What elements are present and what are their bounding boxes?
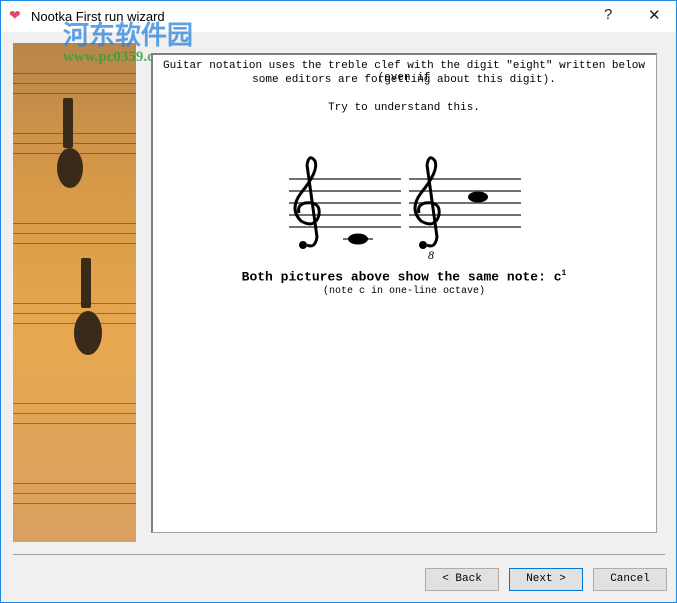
wizard-side-image: [13, 43, 136, 542]
octave-digit: 8: [428, 248, 434, 262]
separator: [13, 554, 665, 555]
subcaption: (note c in one-line octave): [322, 286, 486, 297]
watermark-logo: 河东软件园: [63, 21, 194, 51]
caption-superscript: 1: [561, 269, 567, 278]
watermark-url: www.pc0359.cn: [63, 49, 163, 65]
next-button[interactable]: Next >: [509, 568, 583, 591]
notation-pictures: 8: [289, 156, 521, 262]
nootka-app-icon: ❤: [9, 7, 21, 23]
cancel-button[interactable]: Cancel: [593, 568, 667, 591]
caption-text: Both pictures above show the same note: …: [241, 269, 562, 285]
wizard-page: Guitar notation uses the treble clef wit…: [151, 53, 657, 533]
intro-text-2: some editors are forgetting about this d…: [252, 74, 556, 86]
note-c1-guitar: [468, 191, 488, 203]
treble-clef-icon: [293, 156, 441, 248]
back-button[interactable]: < Back: [425, 568, 499, 591]
help-button[interactable]: ?: [604, 6, 612, 23]
caption: Both pictures above show the same note: …: [153, 269, 655, 284]
note-c1: [348, 233, 368, 245]
guitar-icon: [57, 98, 102, 355]
close-button[interactable]: ✕: [648, 6, 661, 24]
try-text: Try to understand this.: [328, 102, 480, 114]
treble-staff: [289, 178, 521, 240]
